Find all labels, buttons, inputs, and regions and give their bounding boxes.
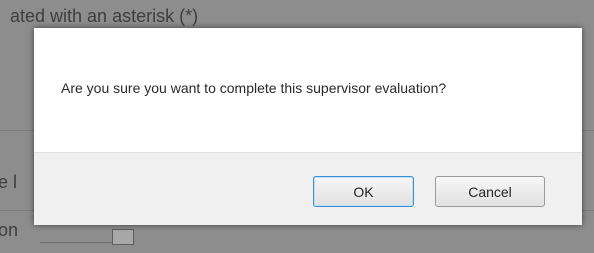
required-fields-note: ated with an asterisk (*): [10, 6, 199, 26]
dialog-message: Are you sure you want to complete this s…: [61, 80, 447, 96]
cancel-button[interactable]: Cancel: [435, 176, 545, 207]
dialog-body: Are you sure you want to complete this s…: [34, 28, 582, 152]
form-input[interactable]: [40, 226, 112, 243]
dialog-footer: OK Cancel: [34, 152, 582, 225]
dropdown-button[interactable]: [112, 229, 134, 245]
confirm-dialog: Are you sure you want to complete this s…: [34, 28, 582, 225]
ok-button[interactable]: OK: [313, 176, 414, 207]
form-label-fragment: on: [0, 220, 19, 240]
form-label-fragment: e l: [0, 172, 18, 192]
